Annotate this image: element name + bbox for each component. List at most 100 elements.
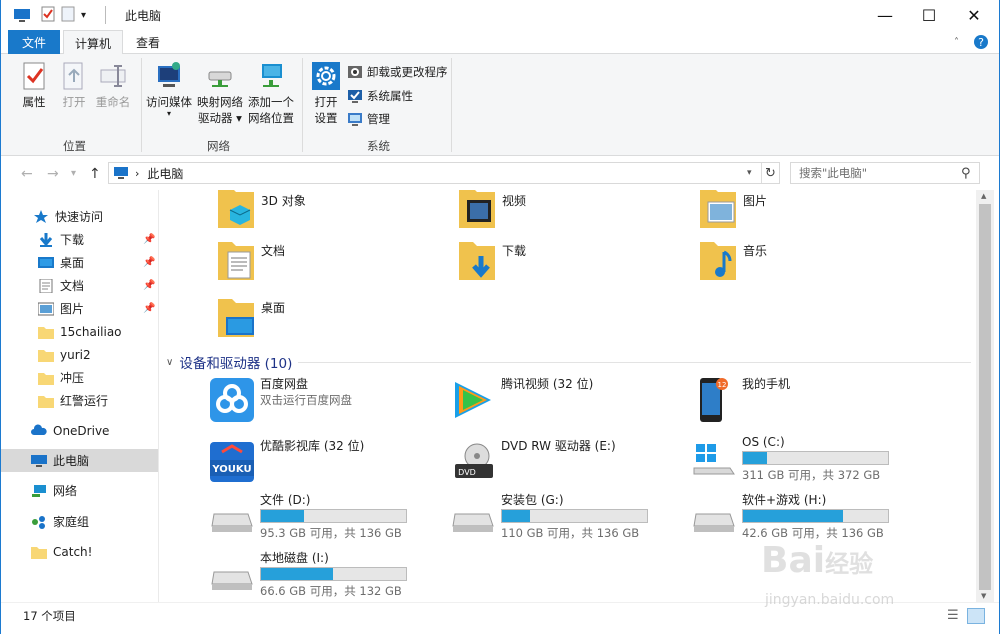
add-network-location-button[interactable]: 添加一个 网络位置 — [247, 60, 295, 126]
drive-icon — [211, 513, 253, 532]
folder-3d-objects[interactable]: 3D 对象 — [216, 190, 306, 232]
picture-icon — [700, 190, 736, 228]
collapse-ribbon-icon[interactable]: ˄ — [954, 30, 959, 54]
address-bar[interactable]: › 此电脑 ▾ ↻ — [108, 162, 780, 184]
sidebar-item-onedrive[interactable]: OneDrive — [1, 419, 158, 442]
folder-desktop[interactable]: 桌面 — [216, 297, 285, 339]
svg-text:12: 12 — [718, 381, 727, 389]
map-network-drive-button[interactable]: 映射网络 驱动器 ▾ — [195, 60, 245, 126]
music-icon — [700, 242, 736, 280]
rename-button[interactable]: 重命名 — [95, 60, 131, 110]
search-icon[interactable]: ⚲ — [961, 166, 971, 181]
forward-arrow-icon[interactable]: → — [47, 166, 59, 182]
video-icon — [459, 190, 495, 228]
document-icon — [218, 242, 254, 280]
sidebar-item-desktop[interactable]: 桌面 📌 — [1, 251, 158, 274]
folder-videos[interactable]: 视频 — [457, 190, 526, 232]
sidebar-item-homegroup[interactable]: 家庭组 — [1, 510, 158, 533]
device-youku[interactable]: YOUKU 优酷影视库 (32 位) — [208, 438, 364, 486]
search-input[interactable]: 搜索"此电脑" ⚲ — [790, 162, 980, 184]
folder-documents[interactable]: 文档 — [216, 240, 285, 282]
drive-g[interactable]: 安装包 (G:) 110 GB 可用，共 136 GB — [449, 492, 648, 541]
properties-icon[interactable] — [41, 6, 55, 25]
usage-bar — [260, 567, 407, 581]
address-row: ← → ▾ ↑ › 此电脑 ▾ ↻ 搜索"此电脑" ⚲ — [1, 157, 999, 189]
sidebar-item-quick-access[interactable]: 快速访问 — [1, 205, 158, 228]
watermark-url: jingyan.baidu.com — [765, 592, 895, 608]
sidebar-item-yuri2[interactable]: yuri2 — [1, 343, 158, 366]
sidebar-item-pictures[interactable]: 图片 📌 — [1, 297, 158, 320]
pin-icon[interactable]: 📌 — [143, 280, 155, 291]
divider — [298, 361, 971, 363]
pin-icon[interactable]: 📌 — [143, 234, 155, 245]
system-properties-icon — [348, 90, 362, 103]
properties-button[interactable]: 属性 — [19, 60, 49, 110]
svg-text:DVD: DVD — [458, 468, 476, 477]
open-settings-button[interactable]: 打开 设置 — [309, 60, 343, 126]
homegroup-icon — [32, 515, 45, 529]
chevron-down-icon[interactable]: ▾ — [747, 168, 752, 178]
sidebar-item-chongya[interactable]: 冲压 — [1, 366, 158, 389]
ribbon-tabs: 文件 计算机 查看 ˄ ? — [1, 30, 999, 55]
pin-icon[interactable]: 📌 — [143, 303, 155, 314]
device-baidu-netdisk[interactable]: 百度网盘 双击运行百度网盘 — [208, 376, 352, 424]
vertical-scrollbar[interactable]: ▲ ▼ — [976, 190, 994, 602]
scrollbar-thumb[interactable] — [979, 204, 991, 590]
folder-music[interactable]: 音乐 — [698, 240, 767, 282]
scroll-down-icon[interactable]: ▼ — [981, 592, 986, 600]
title-bar: ▾ 此电脑 — ☐ ✕ — [1, 0, 999, 30]
sidebar-item-network[interactable]: 网络 — [1, 479, 158, 502]
window-title: 此电脑 — [125, 9, 162, 23]
up-arrow-icon[interactable]: ↑ — [89, 166, 101, 182]
quick-access-toolbar[interactable]: ▾ — [41, 6, 86, 24]
tab-computer[interactable]: 计算机 — [63, 30, 123, 55]
tab-file[interactable]: 文件 — [8, 30, 60, 54]
sidebar-item-catch[interactable]: Catch! — [1, 540, 158, 563]
maximize-button[interactable]: ☐ — [906, 0, 952, 30]
sidebar-item-15chailiao[interactable]: 15chailiao — [1, 320, 158, 343]
drive-h[interactable]: 软件+游戏 (H:) 42.6 GB 可用，共 136 GB — [690, 492, 889, 541]
manage-button[interactable]: 管理 — [347, 109, 390, 129]
scroll-up-icon[interactable]: ▲ — [981, 192, 986, 200]
document-icon — [39, 278, 53, 293]
folder-icon — [38, 395, 54, 408]
group-label-network: 网络 — [207, 139, 230, 153]
back-arrow-icon[interactable]: ← — [21, 166, 33, 182]
pin-icon[interactable]: 📌 — [143, 257, 155, 268]
uninstall-button[interactable]: 卸载或更改程序 — [347, 62, 448, 82]
folder-pictures[interactable]: 图片 — [698, 190, 767, 232]
drive-d[interactable]: 文件 (D:) 95.3 GB 可用，共 136 GB — [208, 492, 407, 541]
help-icon[interactable]: ? — [973, 30, 989, 54]
usage-bar — [501, 509, 648, 523]
new-folder-icon[interactable] — [61, 6, 75, 25]
sidebar-item-hongjing[interactable]: 红警运行 — [1, 389, 158, 412]
sidebar-item-downloads[interactable]: 下载 📌 — [1, 228, 158, 251]
sidebar-item-this-pc[interactable]: 此电脑 — [1, 449, 158, 472]
system-properties-button[interactable]: 系统属性 — [347, 86, 413, 106]
explorer-window: ▾ 此电脑 — ☐ ✕ 文件 计算机 查看 ˄ ? 属性 打开 重命名 位置 访… — [0, 0, 1000, 634]
breadcrumb[interactable]: 此电脑 — [147, 165, 183, 182]
chevron-down-icon[interactable]: ∨ — [166, 357, 173, 368]
close-button[interactable]: ✕ — [951, 0, 997, 30]
open-icon — [63, 62, 83, 90]
drive-c[interactable]: OS (C:) 311 GB 可用，共 372 GB — [690, 434, 889, 483]
uninstall-icon — [348, 66, 362, 78]
device-tencent-video[interactable]: 腾讯视频 (32 位) — [449, 376, 593, 424]
youku-icon: YOUKU — [210, 442, 254, 482]
minimize-button[interactable]: — — [862, 0, 908, 30]
open-button[interactable]: 打开 — [59, 60, 89, 110]
folder-downloads[interactable]: 下载 — [457, 240, 526, 282]
folder-icon — [38, 326, 54, 339]
chevron-down-icon[interactable]: ▾ — [71, 168, 76, 179]
access-media-button[interactable]: 访问媒体 ▾ — [145, 60, 193, 118]
device-my-phone[interactable]: 12 我的手机 — [690, 376, 790, 424]
refresh-icon[interactable]: ↻ — [765, 166, 776, 181]
device-dvd-drive[interactable]: DVD DVD RW 驱动器 (E:) — [449, 438, 616, 486]
devices-section-header[interactable]: ∨ 设备和驱动器 (10) — [166, 352, 971, 372]
tab-view[interactable]: 查看 — [125, 30, 171, 54]
drive-i[interactable]: 本地磁盘 (I:) 66.6 GB 可用，共 132 GB — [208, 550, 407, 599]
tiles-view-icon[interactable] — [967, 607, 985, 624]
sidebar-item-documents[interactable]: 文档 📌 — [1, 274, 158, 297]
chevron-down-icon[interactable]: ▾ — [81, 10, 86, 21]
details-view-icon[interactable]: ☰ — [947, 608, 959, 623]
